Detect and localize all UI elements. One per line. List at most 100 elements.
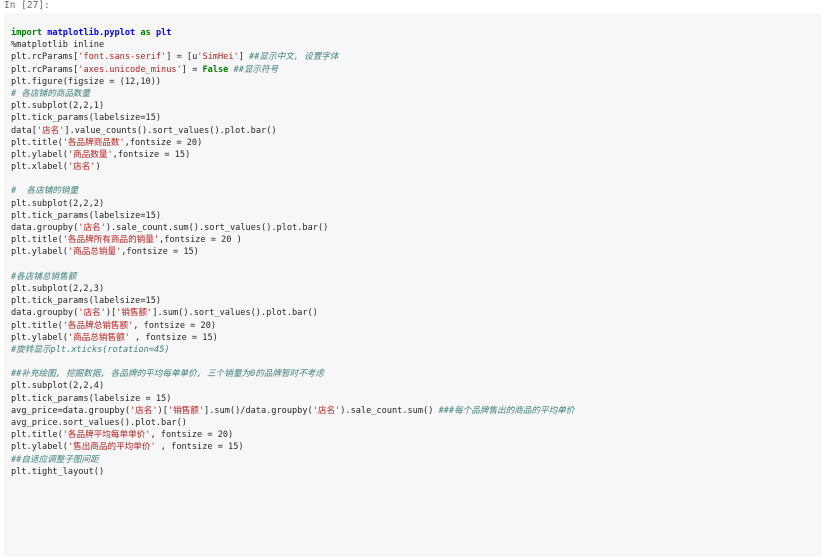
code-token: data[ xyxy=(11,125,37,136)
code-line: # 各店铺的商品数量 xyxy=(11,88,820,100)
code-line: plt.tick_params(labelsize=15) xyxy=(11,295,820,307)
code-token: ] xyxy=(238,52,250,63)
cell-prompt: In [27]: xyxy=(4,0,50,11)
code-token: 'SimHei' xyxy=(197,52,239,63)
code-token: plt.subplot(2,2,4) xyxy=(11,381,105,392)
code-line: plt.title('各品牌平均每单单价', fontsize = 20) xyxy=(11,429,820,441)
code-token: %matplotlib inline xyxy=(11,40,105,51)
code-token: ##补充绘图, 挖掘数据, 各品牌的平均每单单价, 三个销量为0的品牌暂时不考虑 xyxy=(11,369,324,380)
code-token: ].sum().sort_values().plot.bar() xyxy=(152,308,318,319)
code-token: '商品数量' xyxy=(67,149,113,160)
code-token: ##显示符号 xyxy=(233,64,279,75)
code-token: plt.figure(figsize = (12,10)) xyxy=(11,76,162,87)
code-token: # 各店铺的销量 xyxy=(11,186,79,197)
code-token: plt.title( xyxy=(11,137,63,148)
code-token: '店名' xyxy=(312,405,341,416)
code-token: plt.ylabel( xyxy=(11,149,68,160)
code-token: plt.ylabel( xyxy=(11,332,68,343)
code-line: plt.ylabel('商品总销量',fontsize = 15) xyxy=(11,246,820,258)
code-token: plt.title( xyxy=(11,320,63,331)
code-token: '商品总销量' xyxy=(67,247,122,258)
code-line: plt.ylabel('商品总销售额' , fontsize = 15) xyxy=(11,332,820,344)
code-token: plt.tick_params(labelsize = 15) xyxy=(11,393,172,404)
code-token: plt.tick_params(labelsize=15) xyxy=(11,296,162,307)
code-token: ###每个品牌售出的商品的平均单价 xyxy=(438,405,575,416)
code-line: plt.title('各品牌所有商品的销量',fontsize = 20 ) xyxy=(11,234,820,246)
code-token: ##显示中文, 设置字体 xyxy=(249,52,339,63)
code-token: import xyxy=(11,28,43,38)
code-token: '各品牌商品数' xyxy=(62,137,125,148)
code-token: , fontsize = 15) xyxy=(155,442,244,453)
code-token: avg_price.sort_values().plot.bar() xyxy=(11,418,187,428)
code-token: '销售额' xyxy=(116,308,153,319)
code-line: #旋转显示plt.xticks(rotation=45) xyxy=(11,344,820,356)
code-line: #各店铺总销售额 xyxy=(11,271,820,283)
code-line: # 各店铺的销量 xyxy=(11,185,820,197)
code-token: #旋转显示plt.xticks(rotation=45) xyxy=(11,344,170,355)
code-line: plt.title('各品牌商品数',fontsize = 20) xyxy=(11,137,820,149)
code-token: '店名' xyxy=(36,125,65,136)
code-token: , fontsize = 20) xyxy=(133,320,217,331)
code-token: as xyxy=(140,28,151,38)
code-token: ,fontsize = 15) xyxy=(121,247,199,258)
code-token: '店名' xyxy=(78,308,106,319)
code-token: #各店铺总销售额 xyxy=(11,271,77,282)
code-line: plt.subplot(2,2,3) xyxy=(11,283,820,295)
code-token: , fontsize = 20) xyxy=(150,430,234,441)
code-token: '各品牌所有商品的销量' xyxy=(62,235,160,246)
code-token: plt xyxy=(155,28,172,38)
code-token: plt.rcParams[ xyxy=(11,64,79,75)
code-line: ##补充绘图, 挖掘数据, 各品牌的平均每单单价, 三个销量为0的品牌暂时不考虑 xyxy=(11,368,820,380)
code-line: plt.tick_params(labelsize = 15) xyxy=(11,393,820,405)
code-token: plt.xlabel( xyxy=(11,162,68,173)
code-token: plt.subplot(2,2,2) xyxy=(11,198,105,209)
code-token: ,fontsize = 15) xyxy=(112,149,191,160)
code-token: '售出商品的平均单价' xyxy=(67,442,156,453)
code-line: plt.subplot(2,2,1) xyxy=(11,100,820,112)
code-line: import matplotlib.pyplot as plt xyxy=(11,27,820,39)
code-token: )[ xyxy=(157,405,168,416)
code-line: plt.ylabel('售出商品的平均单价' , fontsize = 15) xyxy=(11,441,820,453)
code-token: ,fontsize = 20 ) xyxy=(159,235,242,246)
code-line: data.groupby('店名').sale_count.sum().sort… xyxy=(11,222,820,234)
code-token: ,fontsize = 20) xyxy=(124,137,203,148)
code-line: plt.rcParams['axes.unicode_minus'] = Fal… xyxy=(11,64,820,76)
code-token: plt.subplot(2,2,3) xyxy=(11,283,105,294)
code-cell-editor[interactable]: import matplotlib.pyplot as plt %matplotl… xyxy=(4,14,821,556)
code-line: plt.title('各品牌总销售额', fontsize = 20) xyxy=(11,320,820,332)
code-line: avg_price=data.groupby('店名')['销售额'].sum(… xyxy=(11,405,820,417)
code-token: , fontsize = 15) xyxy=(129,332,218,343)
code-token: plt.ylabel( xyxy=(11,247,68,258)
code-line: plt.rcParams['font.sans-serif'] = [u'Sim… xyxy=(11,51,820,63)
code-token: plt.tick_params(labelsize=15) xyxy=(11,210,162,221)
code-token: plt.tight_layout() xyxy=(11,466,105,477)
code-token: ) xyxy=(95,162,101,173)
code-token: )[ xyxy=(105,308,117,319)
code-line: ##自适应调整子图间距 xyxy=(11,454,820,466)
code-token: plt.title( xyxy=(11,235,63,246)
code-token: '商品总销售额' xyxy=(67,332,130,343)
code-token: matplotlib.pyplot xyxy=(47,28,136,38)
code-token: '销售额' xyxy=(167,405,205,416)
code-token: '各品牌平均每单单价' xyxy=(62,430,151,441)
code-line: plt.ylabel('商品数量',fontsize = 15) xyxy=(11,149,820,161)
code-token: plt.subplot(2,2,1) xyxy=(11,101,105,112)
code-token: plt.tick_params(labelsize=15) xyxy=(11,113,162,124)
code-line: avg_price.sort_values().plot.bar() xyxy=(11,417,820,429)
code-token: data.groupby( xyxy=(11,223,79,233)
code-line: plt.xlabel('店名') xyxy=(11,161,820,173)
code-token: ] = xyxy=(181,64,203,75)
code-token: ].value_counts().sort_values().plot.bar(… xyxy=(64,125,277,136)
code-token: ).sale_count.sum().sort_values().plot.ba… xyxy=(105,223,329,233)
code-token: 'axes.unicode_minus' xyxy=(78,64,182,75)
code-token: plt.ylabel( xyxy=(11,442,68,453)
code-token: avg_price=data.groupby( xyxy=(11,405,130,416)
code-line: %matplotlib inline xyxy=(11,39,820,51)
code-token: '店名' xyxy=(67,162,96,173)
code-token: # 各店铺的商品数量 xyxy=(11,88,91,99)
code-line: data.groupby('店名')['销售额'].sum().sort_val… xyxy=(11,307,820,319)
code-line: plt.tick_params(labelsize=15) xyxy=(11,210,820,222)
